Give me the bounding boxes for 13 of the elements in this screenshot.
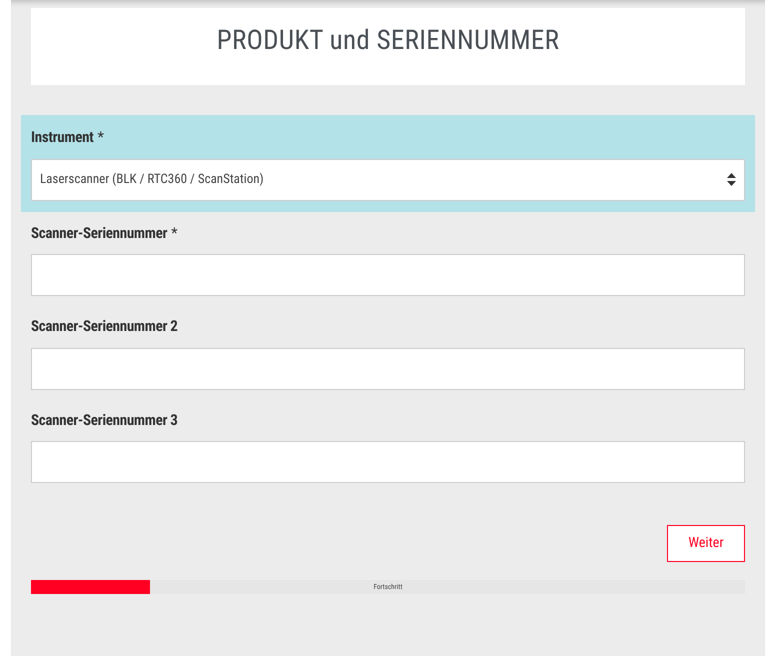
required-asterisk: * xyxy=(97,127,104,148)
page-title: PRODUKT und SERIENNUMMER xyxy=(216,23,560,58)
field-label: Scanner-Seriennummer 3 xyxy=(31,410,178,430)
required-asterisk: * xyxy=(171,222,178,244)
sort-caret-icon xyxy=(727,173,736,186)
serial-number-field[interactable] xyxy=(31,348,745,390)
next-button[interactable]: Weiter xyxy=(667,525,745,562)
serial-number-field[interactable] xyxy=(31,254,745,296)
field-label: Instrument xyxy=(31,127,94,148)
field-label: Scanner-Seriennummer 2 xyxy=(31,316,178,337)
instrument-select[interactable]: Laserscanner (BLK / RTC360 / ScanStation) xyxy=(31,158,745,200)
field-label: Scanner-Seriennummer xyxy=(31,222,168,244)
serial-number-field[interactable] xyxy=(31,441,745,483)
